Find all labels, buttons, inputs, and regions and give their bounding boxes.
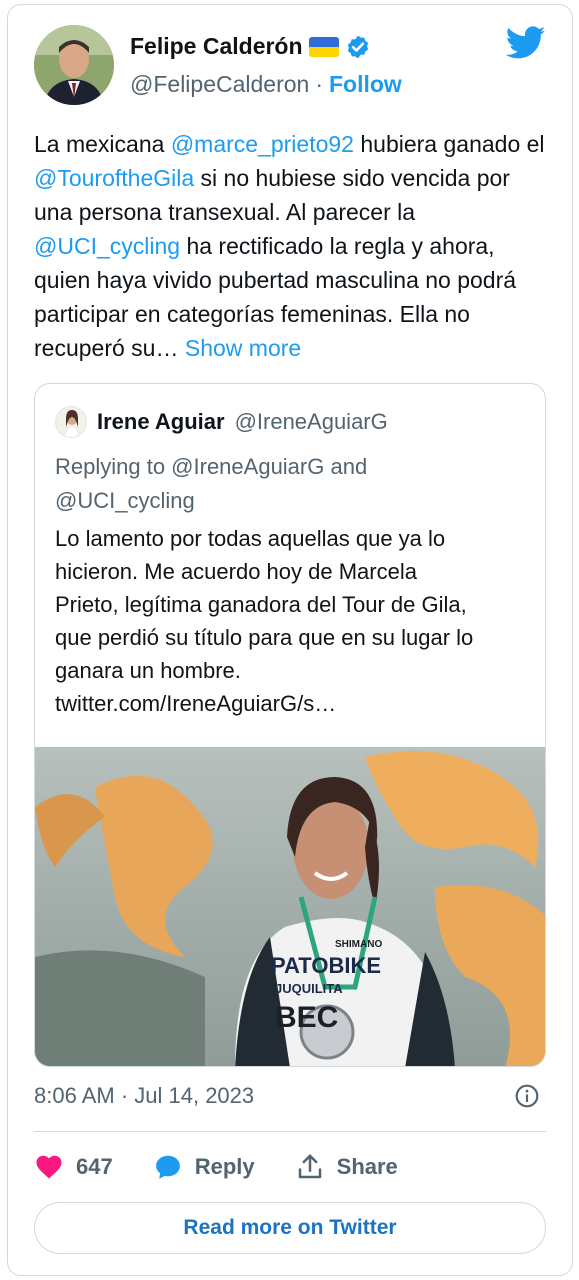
quoted-author-handle[interactable]: @IreneAguiarG bbox=[235, 409, 388, 435]
mention-link[interactable]: @UCI_cycling bbox=[34, 233, 180, 259]
quoted-author-avatar[interactable] bbox=[55, 406, 87, 438]
quoted-tweet-text: Lo lamento por todas aquellas que ya lo … bbox=[55, 522, 535, 720]
twitter-bird-icon[interactable] bbox=[506, 25, 546, 61]
author-name[interactable]: Felipe Calderón bbox=[130, 33, 303, 60]
timestamp[interactable]: 8:06 AM · Jul 14, 2023 bbox=[34, 1083, 254, 1109]
share-icon bbox=[298, 1154, 321, 1179]
tweet-actions: 647 Reply Share bbox=[34, 1145, 546, 1189]
like-button[interactable]: 647 bbox=[34, 1152, 113, 1182]
quoted-tweet[interactable]: Irene Aguiar @IreneAguiarG Replying to @… bbox=[34, 383, 546, 1067]
mention-link[interactable]: @marce_prieto92 bbox=[171, 131, 354, 157]
verified-badge-icon bbox=[347, 35, 368, 58]
quoted-author-name[interactable]: Irene Aguiar bbox=[97, 409, 225, 435]
author-handle[interactable]: @FelipeCalderon bbox=[130, 71, 309, 98]
divider bbox=[34, 1131, 546, 1132]
tweet-card: Felipe Calderón @FelipeCalderon · Follow… bbox=[7, 4, 573, 1276]
tweet-header: Felipe Calderón @FelipeCalderon · Follow bbox=[34, 25, 546, 109]
jersey-text-sub: JUQUILITA bbox=[275, 981, 343, 996]
separator: · bbox=[315, 71, 323, 97]
follow-button[interactable]: Follow bbox=[329, 71, 402, 98]
like-count: 647 bbox=[76, 1154, 113, 1179]
jersey-text-logo: BEC bbox=[275, 1001, 338, 1034]
show-more-link[interactable]: Show more bbox=[185, 335, 301, 361]
ukraine-flag-icon bbox=[308, 36, 339, 57]
quoted-photo[interactable]: SHIMANO PATOBIKE JUQUILITA BEC bbox=[35, 747, 546, 1067]
info-icon[interactable] bbox=[514, 1083, 540, 1109]
read-more-button[interactable]: Read more on Twitter bbox=[34, 1202, 546, 1254]
reply-label: Reply bbox=[194, 1154, 255, 1179]
tweet-text-segment: hubiera ganado el bbox=[353, 131, 545, 157]
share-label: Share bbox=[336, 1154, 398, 1179]
replying-to: Replying to @IreneAguiarG and @UCI_cycli… bbox=[55, 454, 368, 513]
share-button[interactable]: Share bbox=[295, 1152, 398, 1182]
mention-link[interactable]: @TouroftheGila bbox=[34, 165, 194, 191]
tweet-text: La mexicana @marce_prieto92 hubiera gana… bbox=[34, 127, 554, 365]
reply-bubble-icon bbox=[155, 1155, 180, 1179]
jersey-text-team: PATOBIKE bbox=[271, 953, 381, 978]
jersey-text-sponsor: SHIMANO bbox=[335, 939, 382, 950]
heart-icon bbox=[36, 1155, 62, 1179]
reply-button[interactable]: Reply bbox=[153, 1152, 255, 1182]
author-avatar[interactable] bbox=[34, 25, 114, 105]
tweet-text-segment: La mexicana bbox=[34, 131, 171, 157]
quoted-link[interactable]: twitter.com/IreneAguiarG/s… bbox=[55, 687, 535, 720]
